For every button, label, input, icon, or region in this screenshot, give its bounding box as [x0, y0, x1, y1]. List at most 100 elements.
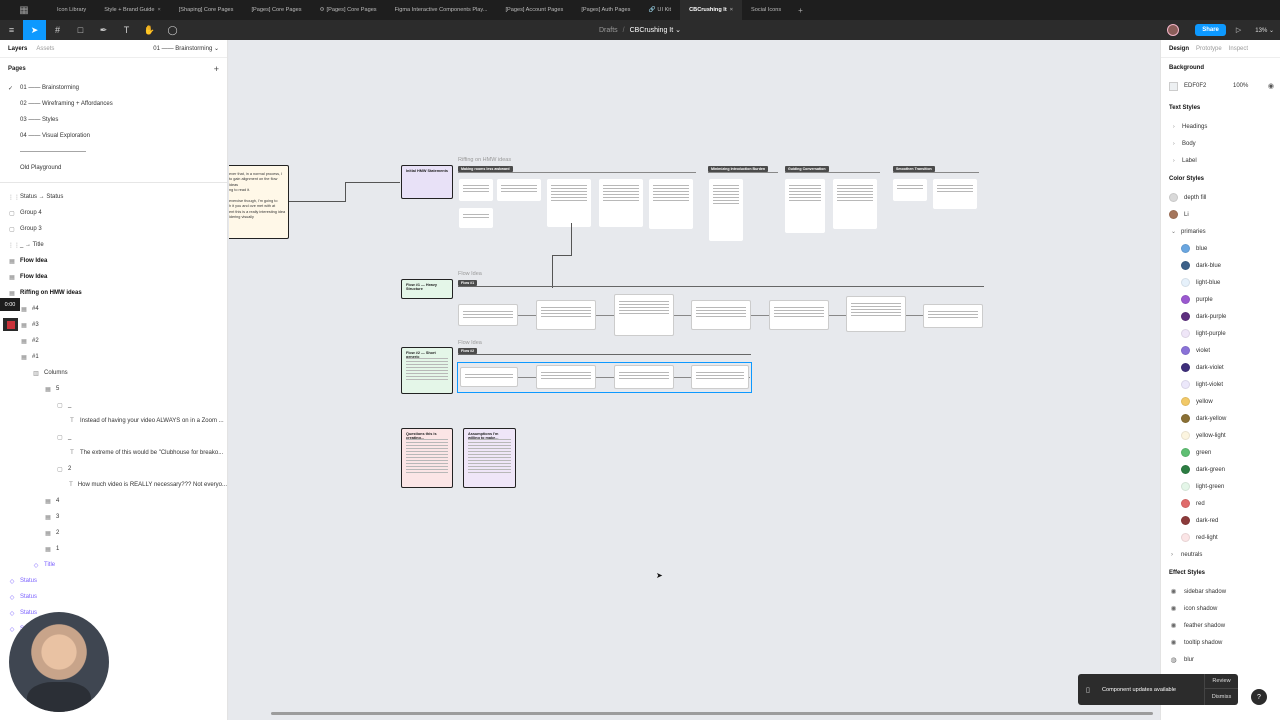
layer-row[interactable]: ▦ 4 — [0, 493, 227, 509]
tab-file[interactable]: [Shaping] Core Pages — [170, 0, 243, 20]
layer-row[interactable]: ▦ #2 — [0, 333, 227, 349]
figma-menu-icon[interactable]: ▦ — [0, 5, 48, 16]
color-style-item[interactable]: dark-violet — [1161, 359, 1280, 376]
tag-smoothen[interactable]: Smoothen Transition — [893, 166, 935, 172]
background-swatch[interactable] — [1169, 81, 1178, 91]
layer-row[interactable]: ◇ Title — [0, 557, 227, 573]
color-style-item[interactable]: green — [1161, 444, 1280, 461]
flow2-sticky[interactable]: Flow #2 — Short generic — [401, 347, 453, 394]
note-card[interactable] — [459, 179, 493, 201]
effect-style-item[interactable]: ✺ feather shadow — [1161, 617, 1280, 634]
text-tool-icon[interactable]: T — [115, 20, 138, 40]
note-card[interactable] — [933, 179, 977, 209]
page-item[interactable]: Old Playground — [0, 160, 227, 176]
layer-row[interactable]: ▢ 2 — [0, 461, 227, 477]
zoom-menu[interactable]: 13% ⌄ — [1255, 27, 1274, 34]
layer-row[interactable]: ▢ Group 3 — [0, 221, 227, 237]
background-fill-row[interactable]: EDF0F2 100% ◉ — [1161, 78, 1280, 94]
flow-step-card[interactable] — [691, 365, 749, 389]
note-card[interactable] — [497, 179, 541, 201]
flow-step-card[interactable] — [923, 304, 983, 328]
effect-style-item[interactable]: ✺ tooltip shadow — [1161, 634, 1280, 651]
tab-assets[interactable]: Assets — [36, 46, 54, 52]
tab-file[interactable]: [Pages] Auth Pages — [572, 0, 639, 20]
flow-step-card[interactable] — [536, 365, 596, 389]
effect-style-item[interactable]: ✺ sidebar shadow — [1161, 583, 1280, 600]
flow-step-card[interactable] — [458, 304, 518, 326]
color-style-item[interactable]: dark-green — [1161, 461, 1280, 478]
layer-row[interactable]: ▢ _ — [0, 397, 227, 413]
tab-file[interactable]: Style + Brand Guide × — [95, 0, 170, 20]
canvas[interactable]: ever that, in a normal process, I to gai… — [229, 40, 1160, 720]
layer-row[interactable]: ▦ 2 — [0, 525, 227, 541]
layer-row[interactable]: ▦ #4 — [0, 301, 227, 317]
note-card[interactable] — [599, 179, 643, 227]
note-card[interactable] — [833, 179, 877, 229]
hmw-sticky[interactable]: Initial HMW Statements — [401, 165, 453, 199]
present-play-icon[interactable]: ▷ — [1236, 26, 1241, 34]
color-style-item[interactable]: depth fill — [1161, 189, 1280, 206]
hand-tool-icon[interactable]: ✋ — [138, 20, 161, 40]
color-style-item[interactable]: yellow-light — [1161, 427, 1280, 444]
text-style-group[interactable]: › Body — [1161, 135, 1280, 152]
tag-making-rooms[interactable]: Making rooms less awkward — [458, 166, 513, 172]
color-style-item[interactable]: light-green — [1161, 478, 1280, 495]
layer-row[interactable]: ▦ Riffing on HMW ideas — [0, 285, 227, 301]
page-selector[interactable]: 01 —— Brainstorming ⌄ — [153, 45, 219, 52]
color-style-item[interactable]: violet — [1161, 342, 1280, 359]
main-menu-icon[interactable]: ≡ — [0, 20, 23, 40]
eye-icon[interactable]: ◉ — [1268, 82, 1274, 90]
text-style-group[interactable]: › Headings — [1161, 118, 1280, 135]
layer-row[interactable]: ▦ 1 — [0, 541, 227, 557]
new-tab-button[interactable]: + — [790, 6, 811, 15]
assumptions-sticky[interactable]: Assumptions I'm willing to make... — [463, 428, 516, 488]
layer-row[interactable]: T The extreme of this would be "Clubhouse… — [0, 445, 227, 461]
flow-step-card[interactable] — [536, 300, 596, 330]
color-style-item[interactable]: light-purple — [1161, 325, 1280, 342]
review-button[interactable]: Review — [1205, 674, 1238, 689]
effect-style-item[interactable]: ◍ blur — [1161, 651, 1280, 668]
layer-row[interactable]: ▢ _ — [0, 429, 227, 445]
note-card[interactable] — [459, 208, 493, 228]
page-item[interactable]: 02 —— Wireframing + Affordances — [0, 96, 227, 112]
tab-design[interactable]: Design — [1169, 46, 1189, 52]
tab-file[interactable]: [Pages] Account Pages — [496, 0, 572, 20]
tab-layers[interactable]: Layers — [8, 46, 27, 52]
tag-guiding[interactable]: Guiding Conversation — [785, 166, 829, 172]
stop-recording-button[interactable] — [3, 318, 18, 331]
note-card[interactable] — [709, 179, 743, 241]
color-style-item[interactable]: ⌄ primaries — [1161, 223, 1280, 240]
note-card[interactable] — [893, 179, 927, 201]
frame-title-flow-1[interactable]: Flow Idea — [458, 271, 482, 277]
tab-close-icon[interactable]: × — [730, 7, 733, 13]
add-page-button[interactable]: + — [214, 64, 219, 74]
tag-minimizing[interactable]: Minimizing Introduction Burden — [708, 166, 769, 172]
frame-tool-icon[interactable]: # — [46, 20, 69, 40]
tab-file[interactable]: CBCrushing It × — [680, 0, 742, 20]
page-item[interactable]: ✓ 01 —— Brainstorming — [0, 80, 227, 96]
share-button[interactable]: Share — [1195, 24, 1226, 36]
dismiss-button[interactable]: Dismiss — [1205, 689, 1238, 704]
tab-file[interactable]: [Pages] Core Pages — [242, 0, 310, 20]
color-style-item[interactable]: light-blue — [1161, 274, 1280, 291]
tab-file[interactable]: ⚙ [Pages] Core Pages — [311, 0, 386, 20]
layer-row[interactable]: ▢ Group 4 — [0, 205, 227, 221]
color-style-item[interactable]: dark-purple — [1161, 308, 1280, 325]
tab-file[interactable]: Figma Interactive Components Play... — [386, 0, 497, 20]
note-card[interactable] — [785, 179, 825, 233]
tab-file[interactable]: 🔗 UI Kit — [639, 0, 680, 20]
layer-row[interactable]: ▦ #1 — [0, 349, 227, 365]
color-style-item[interactable]: red-light — [1161, 529, 1280, 546]
flow-step-card[interactable] — [846, 296, 906, 332]
layer-row[interactable]: ⋮⋮ Status → Status — [0, 189, 227, 205]
shape-tool-icon[interactable]: □ — [69, 20, 92, 40]
frame-title-riffing[interactable]: Riffing on HMW ideas — [458, 157, 511, 163]
pen-tool-icon[interactable]: ✒ — [92, 20, 115, 40]
color-style-item[interactable]: red — [1161, 495, 1280, 512]
text-style-group[interactable]: › Label — [1161, 152, 1280, 169]
layer-row[interactable]: T How much video is REALLY necessary??? N… — [0, 477, 227, 493]
flow-step-card[interactable] — [614, 294, 674, 336]
note-card[interactable] — [649, 179, 693, 229]
layer-row[interactable]: ▦ Flow Idea — [0, 269, 227, 285]
layer-row[interactable]: ⋮⋮ _ → Title — [0, 237, 227, 253]
